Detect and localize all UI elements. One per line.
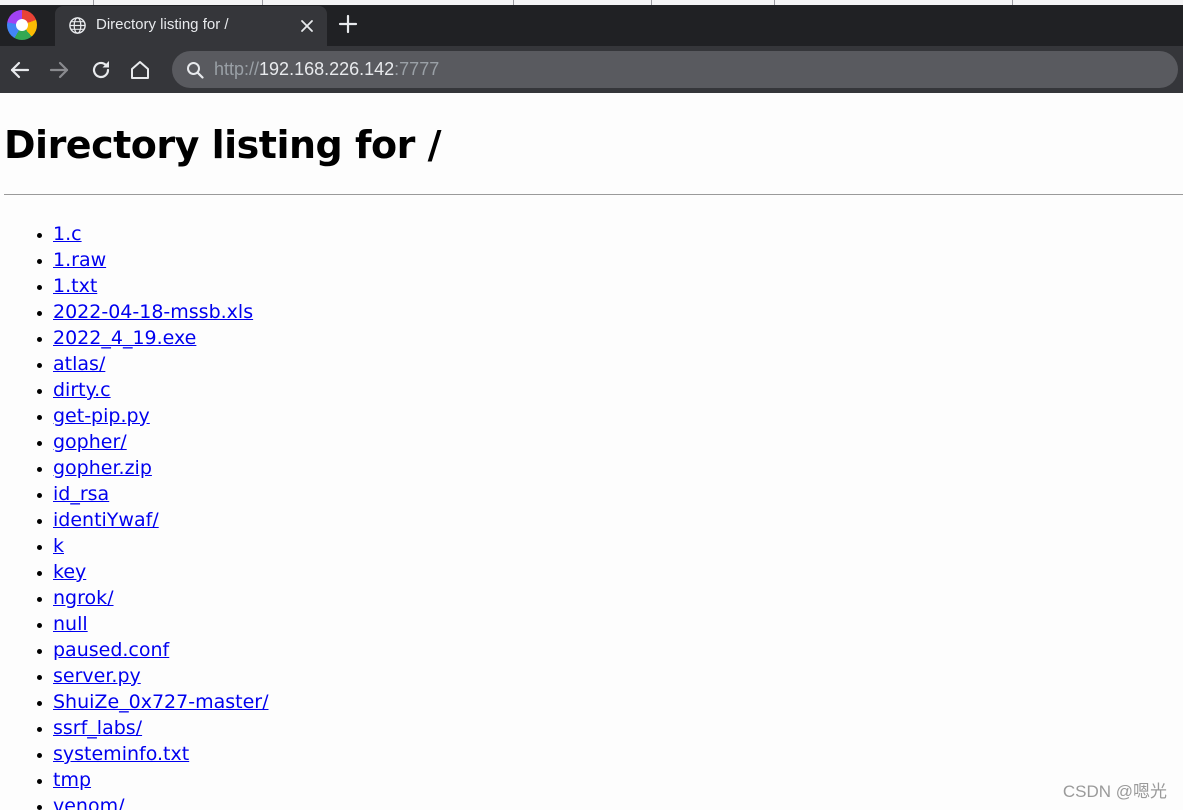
list-item: paused.conf (53, 637, 269, 663)
list-item: gopher/ (53, 429, 269, 455)
file-link[interactable]: 1.raw (53, 249, 106, 271)
close-icon[interactable] (299, 18, 315, 34)
browser-toolbar: http://192.168.226.142:7777 (0, 46, 1183, 93)
url-host: 192.168.226.142 (259, 59, 395, 79)
file-link[interactable]: systeminfo.txt (53, 743, 189, 765)
file-link[interactable]: identiYwaf/ (53, 509, 159, 531)
list-item: tmp (53, 767, 269, 793)
globe-icon (69, 17, 86, 34)
file-link[interactable]: dirty.c (53, 379, 111, 401)
directory-listing: 1.c 1.raw 1.txt 2022-04-18-mssb.xls 2022_4_1… (0, 221, 269, 810)
tab-separator (651, 0, 652, 5)
list-item: 1.raw (53, 247, 269, 273)
file-link[interactable]: paused.conf (53, 639, 169, 661)
list-item: gopher.zip (53, 455, 269, 481)
file-link[interactable]: null (53, 613, 88, 635)
file-link[interactable]: 2022-04-18-mssb.xls (53, 301, 253, 323)
list-item: 2022_4_19.exe (53, 325, 269, 351)
list-item: 2022-04-18-mssb.xls (53, 299, 269, 325)
home-icon[interactable] (128, 58, 152, 82)
file-link[interactable]: gopher.zip (53, 457, 152, 479)
list-item: ngrok/ (53, 585, 269, 611)
back-arrow-icon[interactable] (8, 58, 32, 82)
file-link[interactable]: gopher/ (53, 431, 127, 453)
tab-separator (774, 0, 775, 5)
tab-separator (1012, 0, 1013, 5)
list-item: identiYwaf/ (53, 507, 269, 533)
address-url[interactable]: http://192.168.226.142:7777 (214, 59, 439, 80)
browser-logo-icon[interactable] (7, 10, 37, 40)
tab-strip: Directory listing for / (0, 0, 1183, 46)
forward-arrow-icon[interactable] (47, 58, 71, 82)
watermark: CSDN @嗯光 (1062, 782, 1167, 801)
list-item: 1.c (53, 221, 269, 247)
divider (4, 194, 1183, 195)
tab-separator (513, 0, 514, 5)
file-link[interactable]: tmp (53, 769, 91, 791)
address-bar[interactable]: http://192.168.226.142:7777 (172, 51, 1178, 88)
list-item: get-pip.py (53, 403, 269, 429)
plus-icon[interactable] (338, 14, 358, 34)
page-content: Directory listing for / 1.c 1.raw 1.txt 202… (0, 93, 1183, 810)
list-item: dirty.c (53, 377, 269, 403)
file-link[interactable]: 2022_4_19.exe (53, 327, 196, 349)
list-item: systeminfo.txt (53, 741, 269, 767)
file-link[interactable]: ShuiZe_0x727-master/ (53, 691, 269, 713)
list-item: venom/ (53, 793, 269, 810)
list-item: ShuiZe_0x727-master/ (53, 689, 269, 715)
list-item: 1.txt (53, 273, 269, 299)
file-link[interactable]: server.py (53, 665, 141, 687)
file-link[interactable]: get-pip.py (53, 405, 150, 427)
file-link[interactable]: id_rsa (53, 483, 109, 505)
reload-icon[interactable] (89, 58, 113, 82)
list-item: null (53, 611, 269, 637)
tab-separator (262, 0, 263, 5)
file-link[interactable]: ngrok/ (53, 587, 114, 609)
file-link[interactable]: venom/ (53, 795, 125, 810)
list-item: server.py (53, 663, 269, 689)
tab-active[interactable]: Directory listing for / (55, 6, 327, 46)
file-link[interactable]: 1.c (53, 223, 82, 245)
page-title: Directory listing for / (4, 123, 441, 167)
list-item: id_rsa (53, 481, 269, 507)
search-icon (187, 62, 204, 79)
file-link[interactable]: k (53, 535, 64, 557)
tab-title: Directory listing for / (96, 16, 229, 33)
tab-separator (93, 0, 94, 5)
list-item: key (53, 559, 269, 585)
list-item: k (53, 533, 269, 559)
url-port: :7777 (394, 59, 440, 79)
file-link[interactable]: ssrf_labs/ (53, 717, 142, 739)
list-item: ssrf_labs/ (53, 715, 269, 741)
file-link[interactable]: atlas/ (53, 353, 105, 375)
file-link[interactable]: key (53, 561, 86, 583)
list-item: atlas/ (53, 351, 269, 377)
file-link[interactable]: 1.txt (53, 275, 97, 297)
url-scheme: http:// (214, 59, 260, 79)
tab-strip-top-edge (0, 0, 1183, 5)
